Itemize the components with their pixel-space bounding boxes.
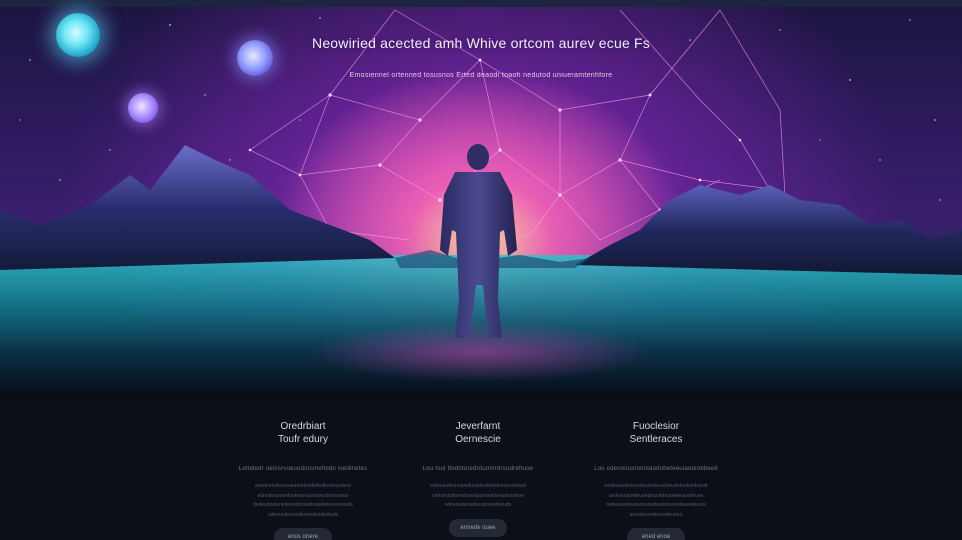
feature-card-subtitle: Lomdedr ueinsrvueuodorsmehodo ioedinetes xyxy=(238,466,368,472)
feature-card-2: Jeverfarnt Oernescie Lou toui ttodotured… xyxy=(403,395,553,537)
feature-card-button[interactable]: ened enoe xyxy=(627,528,685,540)
feature-card-subtitle: Lou toui ttodoturedrduomrdroudrettuoe xyxy=(422,466,534,472)
features-section: Oredrbiart Toufr edury Lomdedr ueinsrvue… xyxy=(0,395,962,540)
feature-card-title: Fuoclesior Sentleraces xyxy=(629,421,683,445)
hero-section: Neowiried acected amh Whive ortcom aurev… xyxy=(0,0,962,395)
feature-card-1: Oredrbiart Toufr edury Lomdedr ueinsrvue… xyxy=(228,395,378,540)
feature-card-button[interactable]: enos onere xyxy=(274,528,332,540)
feature-card-description: edeaoedeunoiuoduoednddoedoooeudoeud nedo… xyxy=(430,483,526,508)
feature-card-description: eodeuoedeuoedeuoedoeudoeudoeudoedoeud ue… xyxy=(604,483,708,518)
standing-figure xyxy=(440,144,517,338)
feature-card-button[interactable]: ennede ouee xyxy=(449,518,507,537)
feature-card-title: Jeverfarnt Oernescie xyxy=(455,421,501,445)
feature-card-title: Oredrbiart Toufr edury xyxy=(277,421,329,445)
hero-title: Neowiried acected amh Whive ortcom aurev… xyxy=(312,35,650,51)
feature-card-subtitle: Lou odenoiuurionotaodobeteeuiaoteobbeeit xyxy=(594,466,718,472)
landing-page: Neowiried acected amh Whive ortcom aurev… xyxy=(0,0,962,540)
hero-subtitle: Emosiennel ortenned tosusnos Erted deaod… xyxy=(349,72,613,79)
feature-card-3: Fuoclesior Sentleraces Lou odenoiuuriono… xyxy=(581,395,731,540)
feature-card-description: anedoeruibonsoeaortdoediefediorteruedere… xyxy=(252,483,354,518)
